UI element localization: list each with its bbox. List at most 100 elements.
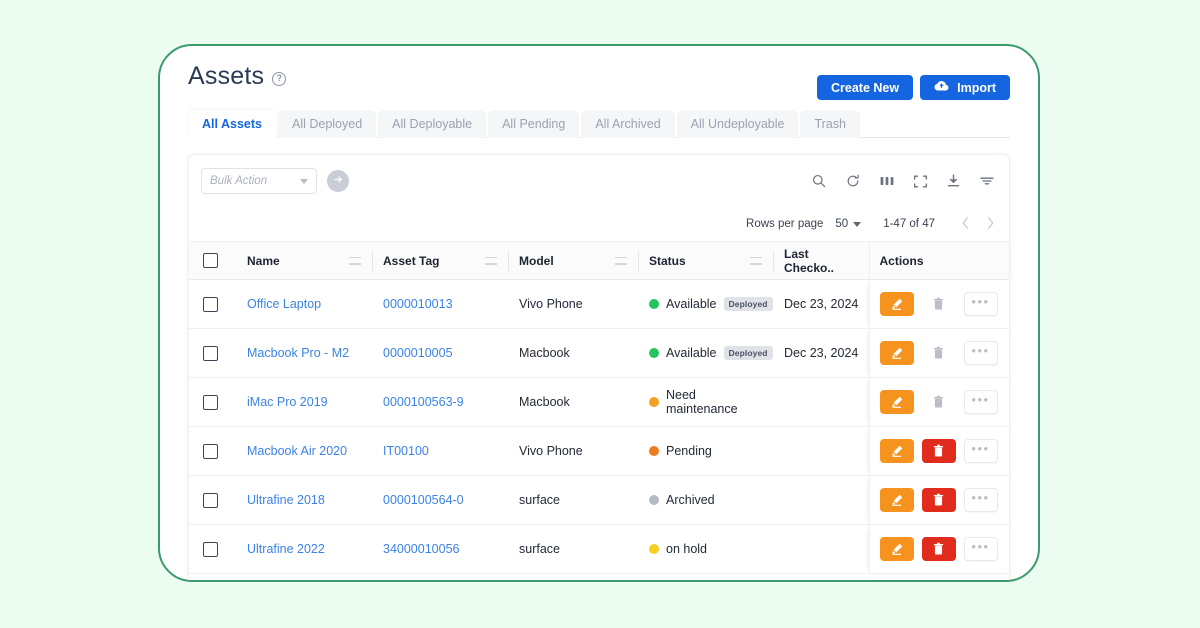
row-checkbox[interactable] — [203, 296, 218, 312]
row-checkbox[interactable] — [203, 394, 218, 410]
bulk-action-go-button[interactable] — [327, 170, 349, 192]
asset-name-link[interactable]: iMac Pro 2019 — [247, 395, 328, 409]
select-all-checkbox[interactable] — [203, 253, 218, 268]
cell-model: surface — [509, 475, 639, 525]
column-drag-handle-icon[interactable] — [485, 256, 497, 265]
edit-button[interactable] — [879, 390, 914, 414]
import-button[interactable]: Import — [920, 75, 1010, 100]
asset-name-link[interactable]: Macbook Air 2020 — [247, 444, 347, 458]
asset-tag-link[interactable]: 0000010013 — [383, 297, 453, 311]
table-row[interactable]: Ultrafine 2022 34000010056 surface on hold •… — [189, 524, 1009, 574]
edit-button[interactable] — [879, 341, 914, 365]
row-select-cell — [189, 524, 237, 574]
more-actions-button[interactable]: ••• — [963, 390, 998, 414]
chevron-left-icon[interactable] — [961, 216, 970, 233]
asset-name-link[interactable]: Ultrafine 2022 — [247, 542, 325, 556]
asset-tag-link[interactable]: 0000100564-0 — [383, 493, 464, 507]
row-checkbox[interactable] — [203, 492, 218, 508]
column-header-name[interactable]: Name — [237, 241, 373, 280]
tab-trash[interactable]: Trash — [800, 110, 860, 138]
tab-all-undeployable[interactable]: All Undeployable — [676, 110, 799, 138]
asset-name-link[interactable]: Macbook Pro - M2 — [247, 346, 349, 360]
table-row[interactable]: iMac Pro 2019 0000100563-9 Macbook Need mai… — [189, 377, 1009, 427]
cell-asset-tag: 0000010005 — [373, 328, 509, 378]
more-actions-button[interactable]: ••• — [963, 488, 998, 512]
delete-button[interactable] — [921, 488, 956, 512]
column-header-model[interactable]: Model — [509, 241, 639, 280]
column-drag-handle-icon[interactable] — [349, 256, 361, 265]
tab-all-deployed[interactable]: All Deployed — [277, 110, 377, 138]
status-dot-icon — [649, 397, 659, 407]
edit-button[interactable] — [879, 488, 914, 512]
download-icon[interactable] — [946, 173, 961, 189]
table-row[interactable]: Office Laptop 0000010013 Vivo Phone Availab… — [189, 279, 1009, 329]
status-dot-icon — [649, 446, 659, 456]
tab-all-deployable[interactable]: All Deployable — [378, 110, 487, 138]
select-all-header — [189, 241, 237, 280]
asset-tag-link[interactable]: 0000010005 — [383, 346, 453, 360]
cell-name: iMac Pro 2019 — [237, 377, 373, 427]
cell-name: Ultrafine 2022 — [237, 524, 373, 574]
asset-tag-link[interactable]: 34000010056 — [383, 542, 459, 556]
table-row[interactable]: Macbook Pro - M2 0000010005 Macbook Availab… — [189, 328, 1009, 378]
more-actions-button[interactable]: ••• — [963, 537, 998, 561]
table-body: Office Laptop 0000010013 Vivo Phone Availab… — [189, 279, 1009, 574]
tab-all-pending[interactable]: All Pending — [488, 110, 580, 138]
cell-asset-tag: 0000010013 — [373, 279, 509, 329]
delete-button[interactable] — [921, 537, 956, 561]
row-checkbox[interactable] — [203, 345, 218, 361]
page-title: Assets — [188, 62, 265, 90]
import-label: Import — [957, 80, 996, 95]
column-drag-handle-icon[interactable] — [750, 256, 762, 265]
fullscreen-icon[interactable] — [913, 174, 928, 189]
column-label-asset-tag: Asset Tag — [383, 253, 440, 268]
edit-button[interactable] — [879, 292, 914, 316]
table-header-row: Name Asset Tag Model Status Last Checko.… — [189, 241, 1009, 280]
table-row[interactable]: Macbook Air 2020 IT00100 Vivo Phone Pending… — [189, 426, 1009, 476]
cell-model: Macbook — [509, 328, 639, 378]
asset-tag-link[interactable]: 0000100563-9 — [383, 395, 464, 409]
search-icon[interactable] — [811, 173, 827, 189]
create-new-label: Create New — [831, 80, 900, 95]
more-actions-button[interactable]: ••• — [963, 439, 998, 463]
asset-name-link[interactable]: Ultrafine 2018 — [247, 493, 325, 507]
column-header-asset-tag[interactable]: Asset Tag — [373, 241, 509, 280]
status-badge: Deployed — [723, 346, 773, 360]
bulk-action-placeholder: Bulk Action — [210, 175, 268, 187]
create-new-button[interactable]: Create New — [817, 75, 914, 100]
column-header-status[interactable]: Status — [639, 241, 774, 280]
cell-name: Ultrafine 2018 — [237, 475, 373, 525]
tab-all-assets[interactable]: All Assets — [188, 110, 276, 138]
asset-tag-link[interactable]: IT00100 — [383, 444, 429, 458]
app-card: Assets ? Create New Import All Assets Al… — [158, 44, 1040, 582]
column-header-last-checkout[interactable]: Last Checko.. — [774, 241, 869, 280]
rows-per-page-select[interactable]: 50 — [835, 218, 862, 230]
more-actions-button[interactable]: ••• — [963, 292, 998, 316]
bulk-action-select[interactable]: Bulk Action — [201, 168, 317, 194]
pagination-nav — [961, 216, 995, 233]
question-circle-icon[interactable]: ? — [272, 71, 287, 86]
row-checkbox[interactable] — [203, 541, 218, 557]
chevron-right-icon[interactable] — [986, 216, 995, 233]
pagination-bar: Rows per page 50 1-47 of 47 — [189, 207, 1009, 241]
edit-button[interactable] — [879, 439, 914, 463]
cell-actions: ••• — [868, 475, 1009, 525]
status-dot-icon — [649, 495, 659, 505]
status-label: Available — [666, 346, 717, 360]
cell-model: Macbook — [509, 377, 639, 427]
cell-name: Macbook Air 2020 — [237, 426, 373, 476]
cell-actions: ••• — [868, 328, 1009, 378]
column-drag-handle-icon[interactable] — [615, 256, 627, 265]
columns-icon[interactable] — [879, 174, 895, 188]
asset-name-link[interactable]: Office Laptop — [247, 297, 321, 311]
delete-button[interactable] — [921, 439, 956, 463]
tab-all-archived[interactable]: All Archived — [581, 110, 675, 138]
cloud-upload-icon — [934, 80, 949, 95]
row-select-cell — [189, 328, 237, 378]
filter-icon[interactable] — [979, 174, 995, 188]
more-actions-button[interactable]: ••• — [963, 341, 998, 365]
edit-button[interactable] — [879, 537, 914, 561]
row-checkbox[interactable] — [203, 443, 218, 459]
refresh-icon[interactable] — [845, 173, 861, 189]
table-row[interactable]: Ultrafine 2018 0000100564-0 surface Archive… — [189, 475, 1009, 525]
